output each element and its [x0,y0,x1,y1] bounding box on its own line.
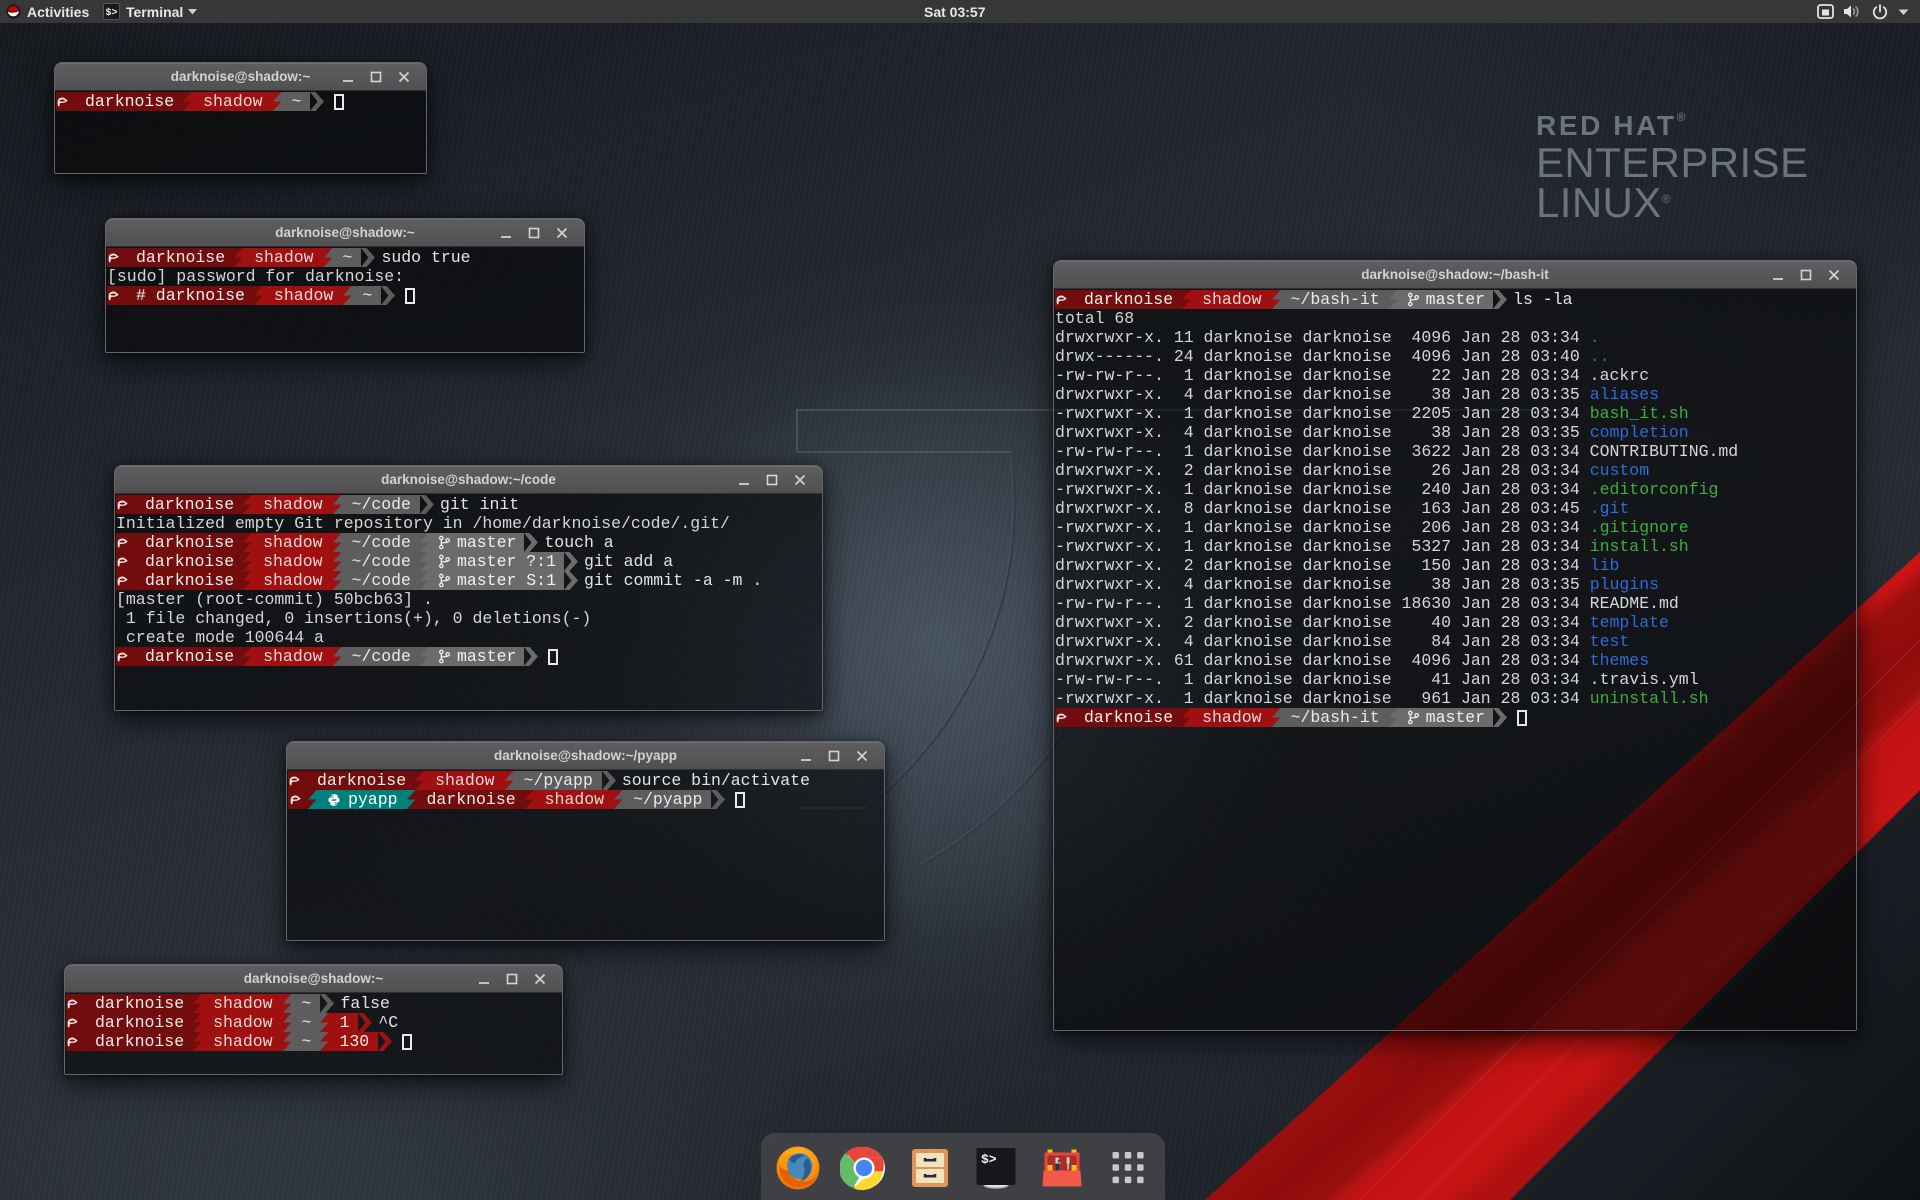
svg-text:$>: $> [106,7,118,19]
svg-text:$>: $> [981,1152,997,1167]
